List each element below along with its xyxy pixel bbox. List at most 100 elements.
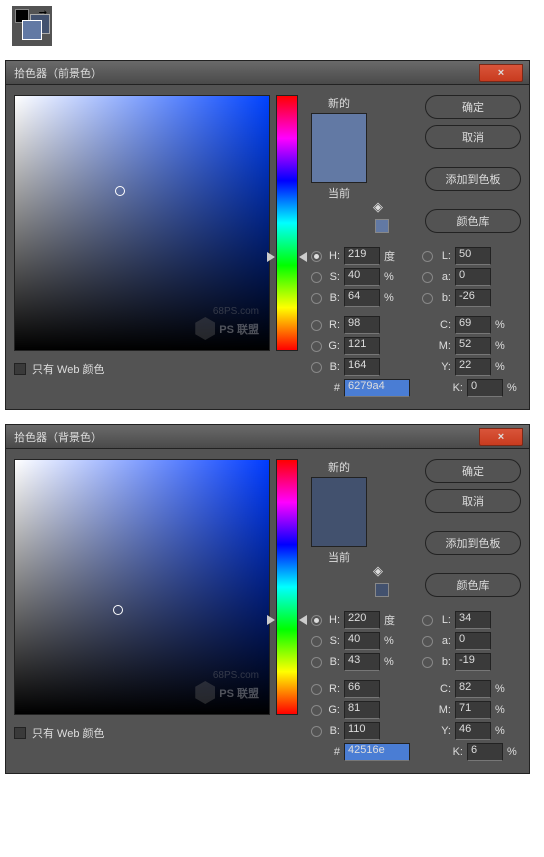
hex-label: #: [326, 382, 340, 394]
input-a[interactable]: 0: [455, 632, 491, 650]
input-r[interactable]: 66: [344, 680, 380, 698]
input-b[interactable]: -26: [455, 289, 491, 307]
color-swap-tool[interactable]: ⇄: [12, 6, 52, 46]
radio-a[interactable]: [422, 636, 433, 647]
label-s: S:: [326, 635, 340, 647]
close-button[interactable]: ×: [479, 428, 523, 446]
close-button[interactable]: ×: [479, 64, 523, 82]
titlebar[interactable]: 拾色器（背景色） ×: [6, 425, 529, 449]
input-h[interactable]: 220: [344, 611, 380, 629]
input-b[interactable]: -19: [455, 653, 491, 671]
input-y[interactable]: 46: [455, 722, 491, 740]
closest-color-swatch[interactable]: [375, 583, 389, 597]
hex-label: #: [326, 746, 340, 758]
color-lib-button[interactable]: 颜色库: [425, 209, 521, 233]
cancel-button[interactable]: 取消: [425, 489, 521, 513]
input-y[interactable]: 22: [455, 358, 491, 376]
label-r: R:: [326, 319, 340, 331]
radio-b[interactable]: [422, 657, 433, 668]
gamut-warn-icon[interactable]: ◈: [373, 563, 389, 579]
titlebar[interactable]: 拾色器（前景色） ×: [6, 61, 529, 85]
radio-l[interactable]: [422, 251, 433, 262]
radio-b[interactable]: [311, 657, 322, 668]
hue-slider[interactable]: [276, 95, 298, 351]
color-marker[interactable]: [115, 186, 125, 196]
fg-swatch[interactable]: [22, 20, 42, 40]
current-color[interactable]: [312, 148, 366, 182]
radio-a[interactable]: [422, 272, 433, 283]
add-swatch-button[interactable]: 添加到色板: [425, 167, 521, 191]
color-picker-dialog: 拾色器（背景色） × 68PS.com PS 联盟 只有 Web 颜色 新的 当…: [5, 424, 530, 774]
web-only-checkbox[interactable]: [14, 727, 26, 739]
radio-l[interactable]: [422, 615, 433, 626]
dialog-title: 拾色器（前景色）: [14, 65, 102, 81]
new-color: [312, 114, 366, 148]
label-c: C:: [437, 319, 451, 331]
input-h[interactable]: 219: [344, 247, 380, 265]
radio-s[interactable]: [311, 272, 322, 283]
radio-g[interactable]: [311, 705, 322, 716]
color-marker[interactable]: [113, 605, 123, 615]
input-b[interactable]: 110: [344, 722, 380, 740]
input-b[interactable]: 43: [344, 653, 380, 671]
ok-button[interactable]: 确定: [425, 95, 521, 119]
radio-h[interactable]: [311, 251, 322, 262]
add-swatch-button[interactable]: 添加到色板: [425, 531, 521, 555]
hex-input[interactable]: 42516e: [344, 743, 410, 761]
radio-b[interactable]: [422, 293, 433, 304]
label-h: H:: [326, 250, 340, 262]
input-s[interactable]: 40: [344, 268, 380, 286]
label-a: a:: [437, 271, 451, 283]
radio-s[interactable]: [311, 636, 322, 647]
label-y: Y:: [437, 361, 451, 373]
radio-g[interactable]: [311, 341, 322, 352]
label-b: b:: [437, 292, 451, 304]
cancel-button[interactable]: 取消: [425, 125, 521, 149]
hue-slider[interactable]: [276, 459, 298, 715]
radio-b[interactable]: [311, 726, 322, 737]
hex-input[interactable]: 6279a4: [344, 379, 410, 397]
watermark: 68PS.com PS 联盟: [195, 306, 259, 340]
radio-h[interactable]: [311, 615, 322, 626]
input-l[interactable]: 34: [455, 611, 491, 629]
radio-r[interactable]: [311, 320, 322, 331]
current-label: 当前: [328, 185, 350, 201]
web-only-checkbox[interactable]: [14, 363, 26, 375]
input-c[interactable]: 69: [455, 316, 491, 334]
new-label: 新的: [328, 459, 350, 475]
input-c[interactable]: 82: [455, 680, 491, 698]
current-label: 当前: [328, 549, 350, 565]
label-l: L:: [437, 614, 451, 626]
radio-b[interactable]: [311, 362, 322, 373]
input-r[interactable]: 98: [344, 316, 380, 334]
closest-color-swatch[interactable]: [375, 219, 389, 233]
color-lib-button[interactable]: 颜色库: [425, 573, 521, 597]
hue-handle-right[interactable]: [299, 615, 307, 625]
input-g[interactable]: 81: [344, 701, 380, 719]
ok-button[interactable]: 确定: [425, 459, 521, 483]
preview-swatch: [311, 477, 367, 547]
input-s[interactable]: 40: [344, 632, 380, 650]
input-k[interactable]: 0: [467, 379, 503, 397]
label-b: B:: [326, 725, 340, 737]
input-m[interactable]: 71: [455, 701, 491, 719]
hue-handle-right[interactable]: [299, 252, 307, 262]
label-b: B:: [326, 361, 340, 373]
input-g[interactable]: 121: [344, 337, 380, 355]
input-l[interactable]: 50: [455, 247, 491, 265]
input-b[interactable]: 164: [344, 358, 380, 376]
radio-r[interactable]: [311, 684, 322, 695]
label-a: a:: [437, 635, 451, 647]
gamut-warn-icon[interactable]: ◈: [373, 199, 389, 215]
color-field[interactable]: 68PS.com PS 联盟: [14, 95, 270, 351]
radio-b[interactable]: [311, 293, 322, 304]
current-color[interactable]: [312, 512, 366, 546]
hue-handle-left[interactable]: [267, 615, 275, 625]
color-field[interactable]: 68PS.com PS 联盟: [14, 459, 270, 715]
input-b[interactable]: 64: [344, 289, 380, 307]
input-a[interactable]: 0: [455, 268, 491, 286]
input-k[interactable]: 6: [467, 743, 503, 761]
label-g: G:: [326, 340, 340, 352]
hue-handle-left[interactable]: [267, 252, 275, 262]
input-m[interactable]: 52: [455, 337, 491, 355]
